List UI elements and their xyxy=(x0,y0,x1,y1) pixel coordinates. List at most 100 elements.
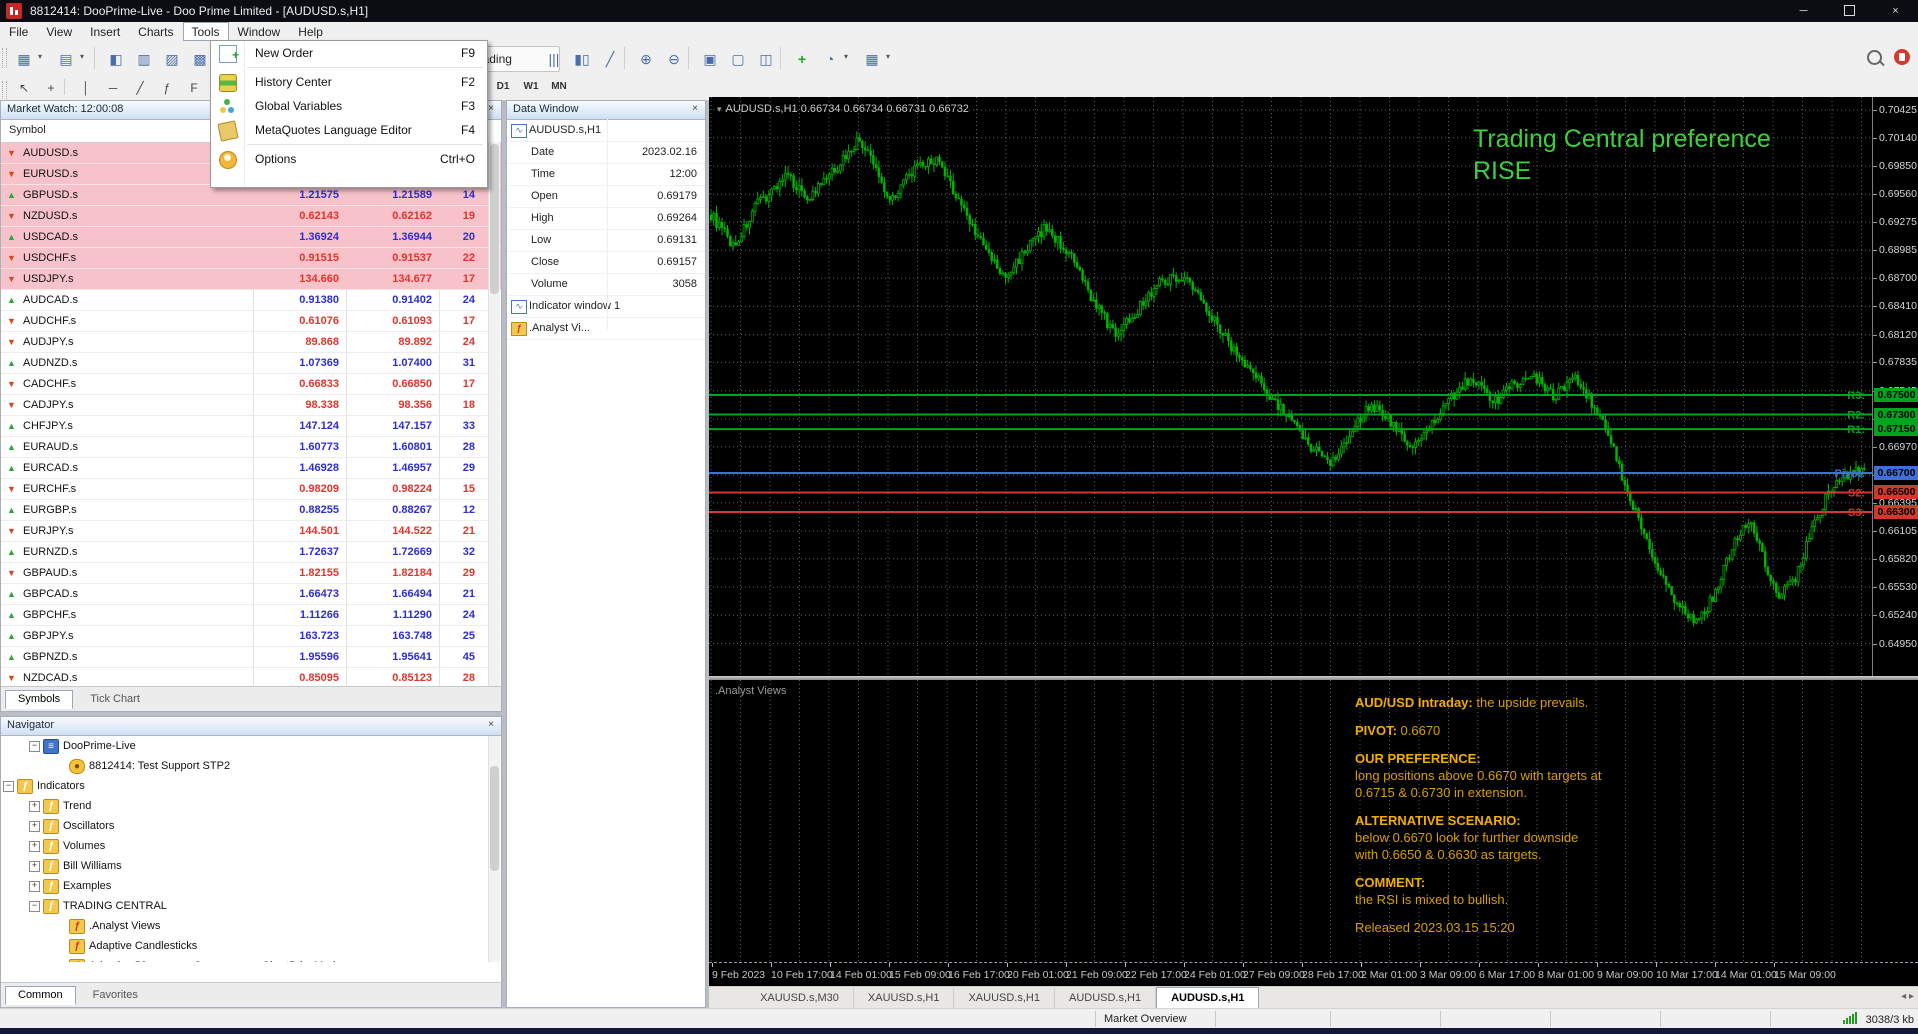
close-button[interactable]: × xyxy=(1873,0,1918,22)
cursor-button[interactable]: ↖ xyxy=(10,78,38,98)
market-watch-row[interactable]: ▼ EURCHF.s 0.98209 0.98224 15 xyxy=(1,479,501,500)
notifications-icon[interactable] xyxy=(1894,49,1910,65)
market-watch-row[interactable]: ▲ AUDCAD.s 0.91380 0.91402 24 xyxy=(1,290,501,311)
menu-item-global-variables[interactable]: Global Variables F3 xyxy=(211,94,487,118)
text-button[interactable]: F xyxy=(180,78,208,98)
zoom-out-button[interactable]: ⊖ xyxy=(660,46,688,72)
market-watch-row[interactable]: ▼ CADCHF.s 0.66833 0.66850 17 xyxy=(1,374,501,395)
tree-item-examples[interactable]: + ƒ Examples xyxy=(1,876,501,896)
vertical-line-button[interactable]: │ xyxy=(72,78,100,98)
market-watch-row[interactable]: ▼ EURJPY.s 144.501 144.522 21 xyxy=(1,521,501,542)
collapse-icon[interactable]: − xyxy=(29,741,40,752)
one-click-trading-icon[interactable]: ▾ xyxy=(717,104,722,114)
chart-tab-2[interactable]: XAUUSD.s,H1 xyxy=(954,988,1055,1009)
menu-item-metaquotes-language-editor[interactable]: MetaQuotes Language Editor F4 xyxy=(211,118,487,142)
trendline-button[interactable]: ╱ xyxy=(126,78,154,98)
search-icon[interactable] xyxy=(1867,50,1882,65)
cascade-windows-button[interactable]: ▢ xyxy=(724,46,752,72)
market-watch-row[interactable]: ▲ GBPJPY.s 163.723 163.748 25 xyxy=(1,626,501,647)
tile-windows-button[interactable]: ▣ xyxy=(696,46,724,72)
chevron-down-icon[interactable]: ▾ xyxy=(38,52,42,61)
navigator-scrollbar[interactable] xyxy=(488,736,500,962)
collapse-icon[interactable]: − xyxy=(29,901,40,912)
chevron-down-icon[interactable]: ▾ xyxy=(80,52,84,61)
fibonacci-button[interactable]: ƒ xyxy=(153,78,181,98)
close-icon[interactable]: × xyxy=(485,719,497,731)
expand-icon[interactable]: + xyxy=(29,861,40,872)
chart-tab-3[interactable]: AUDUSD.s,H1 xyxy=(1055,988,1157,1009)
tree-item-adaptive-candlesticks[interactable]: ƒ Adaptive Candlesticks xyxy=(1,936,501,956)
tab-tick-chart[interactable]: Tick Chart xyxy=(77,690,153,709)
data-window-toggle[interactable]: ▥ xyxy=(130,46,158,72)
menu-charts[interactable]: Charts xyxy=(129,22,182,41)
tree-item-oscillators[interactable]: + ƒ Oscillators xyxy=(1,816,501,836)
market-watch-row[interactable]: ▲ GBPCAD.s 1.66473 1.66494 21 xyxy=(1,584,501,605)
tree-item-dooprime-live[interactable]: − ≡ DooPrime-Live xyxy=(1,736,501,756)
zoom-in-button[interactable]: ⊕ xyxy=(632,46,660,72)
arrange-windows-button[interactable]: ◫ xyxy=(752,46,780,72)
chart-tab-1[interactable]: XAUUSD.s,H1 xyxy=(854,988,955,1009)
menu-file[interactable]: File xyxy=(0,22,37,41)
timeframe-w1[interactable]: W1 xyxy=(518,78,544,96)
market-watch-row[interactable]: ▼ GBPAUD.s 1.82155 1.82184 29 xyxy=(1,563,501,584)
tree-item--analyst-views[interactable]: ƒ .Analyst Views xyxy=(1,916,501,936)
market-watch-row[interactable]: ▲ EURAUD.s 1.60773 1.60801 28 xyxy=(1,437,501,458)
tree-item-trading-central[interactable]: − ƒ TRADING CENTRAL xyxy=(1,896,501,916)
market-watch-row[interactable]: ▲ GBPUSD.s 1.21575 1.21589 14 xyxy=(1,185,501,206)
templates-button[interactable]: ▦ xyxy=(858,46,886,72)
scrollbar-thumb[interactable] xyxy=(490,766,499,871)
collapse-icon[interactable]: − xyxy=(3,781,14,792)
expand-icon[interactable]: + xyxy=(29,801,40,812)
chart-candles-button[interactable]: ▮▯ xyxy=(568,46,596,72)
expand-icon[interactable]: + xyxy=(29,821,40,832)
toolbar-grip[interactable] xyxy=(2,81,7,101)
tree-item-volumes[interactable]: + ƒ Volumes xyxy=(1,836,501,856)
navigator-toggle[interactable]: ▨ xyxy=(158,46,186,72)
close-icon[interactable]: × xyxy=(689,103,701,115)
menu-item-options[interactable]: Options Ctrl+O xyxy=(211,147,487,171)
new-chart-button[interactable]: ▦ xyxy=(10,46,38,72)
market-watch-row[interactable]: ▲ EURCAD.s 1.46928 1.46957 29 xyxy=(1,458,501,479)
indicators-add-button[interactable]: + xyxy=(788,46,816,72)
chart-bars-button[interactable]: ||| xyxy=(540,46,568,72)
market-watch-toggle[interactable]: ◧ xyxy=(102,46,130,72)
crosshair-button[interactable]: + xyxy=(37,78,65,98)
tree-item-adaptive-divergence-convergence-chartpri[interactable]: ƒ Adaptive Divergence Convergence ChartPr… xyxy=(1,956,501,962)
tree-item-trend[interactable]: + ƒ Trend xyxy=(1,796,501,816)
menu-item-new-order[interactable]: New Order F9 xyxy=(211,41,487,67)
expand-icon[interactable]: + xyxy=(29,881,40,892)
market-watch-row[interactable]: ▼ CADJPY.s 98.338 98.356 18 xyxy=(1,395,501,416)
periods-button[interactable]: ◔ xyxy=(816,46,844,72)
toolbar-grip[interactable] xyxy=(2,48,7,68)
timeframe-mn[interactable]: MN xyxy=(546,78,572,96)
tree-item-8812414-test-support-stp2[interactable]: ● 8812414: Test Support STP2 xyxy=(1,756,501,776)
market-watch-row[interactable]: ▲ GBPNZD.s 1.95596 1.95641 45 xyxy=(1,647,501,668)
market-watch-row[interactable]: ▼ AUDJPY.s 89.868 89.892 24 xyxy=(1,332,501,353)
menu-view[interactable]: View xyxy=(37,22,81,41)
menu-item-history-center[interactable]: History Center F2 xyxy=(211,70,487,94)
tab-favorites[interactable]: Favorites xyxy=(80,986,151,1005)
chart-tab-4[interactable]: AUDUSD.s,H1 xyxy=(1156,987,1260,1010)
horizontal-line-button[interactable]: ─ xyxy=(99,78,127,98)
market-watch-row[interactable]: ▲ USDCAD.s 1.36924 1.36944 20 xyxy=(1,227,501,248)
chevron-down-icon[interactable]: ▾ xyxy=(844,52,848,61)
market-watch-row[interactable]: ▼ USDJPY.s 134.660 134.677 17 xyxy=(1,269,501,290)
time-axis[interactable]: 9 Feb 2023 10 Feb 17:00 14 Feb 01:00 15 Feb… xyxy=(709,962,1918,987)
expand-icon[interactable]: + xyxy=(29,841,40,852)
minimize-button[interactable]: ─ xyxy=(1781,0,1826,22)
tree-item-indicators[interactable]: − ƒ Indicators xyxy=(1,776,501,796)
tree-item-bill-williams[interactable]: + ƒ Bill Williams xyxy=(1,856,501,876)
analyst-views-subwindow[interactable]: .Analyst Views AUD/USD Intraday: the ups… xyxy=(709,680,1918,962)
market-watch-row[interactable]: ▼ USDCHF.s 0.91515 0.91537 22 xyxy=(1,248,501,269)
chart-line-button[interactable]: ╱ xyxy=(596,46,624,72)
timeframe-d1[interactable]: D1 xyxy=(490,78,516,96)
menu-window[interactable]: Window xyxy=(229,22,290,41)
next-chart-tab[interactable]: ▸ xyxy=(1909,991,1914,1002)
market-watch-row[interactable]: ▲ GBPCHF.s 1.11266 1.11290 24 xyxy=(1,605,501,626)
menu-insert[interactable]: Insert xyxy=(81,22,129,41)
market-watch-row[interactable]: ▼ NZDUSD.s 0.62143 0.62162 19 xyxy=(1,206,501,227)
chevron-down-icon[interactable]: ▾ xyxy=(886,52,890,61)
menu-tools[interactable]: Tools xyxy=(182,22,229,41)
market-watch-row[interactable]: ▲ EURGBP.s 0.88255 0.88267 12 xyxy=(1,500,501,521)
tab-common[interactable]: Common xyxy=(5,986,76,1005)
